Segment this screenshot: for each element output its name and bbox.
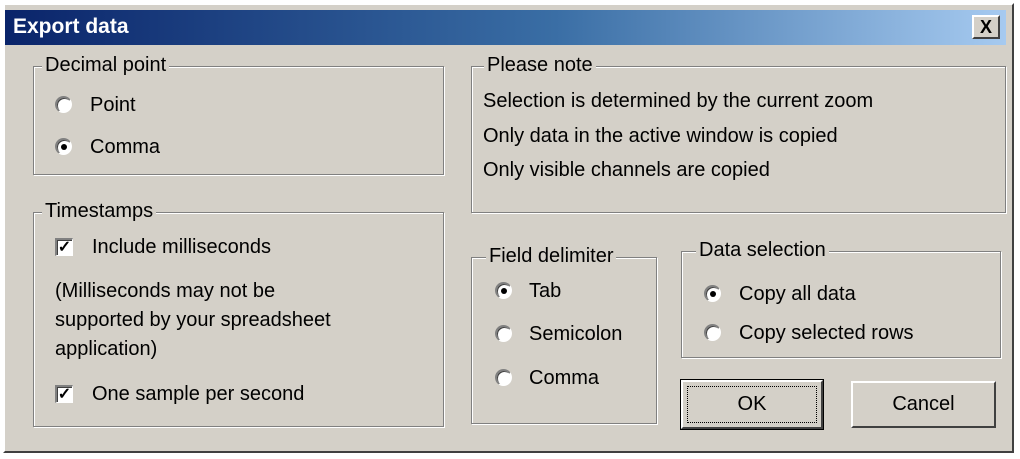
- title-bar[interactable]: Export data X: [5, 10, 1006, 45]
- close-button[interactable]: X: [972, 15, 1000, 39]
- dialog-title: Export data: [13, 15, 129, 38]
- one-sample-per-second-label[interactable]: One sample per second: [92, 382, 304, 406]
- include-milliseconds-label[interactable]: Include milliseconds: [92, 235, 271, 259]
- decimal-point-radio-point[interactable]: [55, 96, 72, 113]
- milliseconds-note-line-1: (Milliseconds may not be: [55, 280, 276, 302]
- focus-rectangle: [687, 386, 817, 423]
- close-icon: X: [979, 17, 992, 37]
- field-delimiter-radio-semicolon[interactable]: [495, 325, 512, 342]
- decimal-point-label-comma[interactable]: Comma: [90, 135, 160, 159]
- field-delimiter-label-tab[interactable]: Tab: [529, 279, 561, 303]
- one-sample-per-second-checkbox[interactable]: ✓: [55, 385, 73, 403]
- checkmark-icon: ✓: [57, 239, 72, 256]
- decimal-point-legend: Decimal point: [42, 53, 170, 77]
- milliseconds-note-line-3: application): [55, 338, 158, 360]
- please-note-legend: Please note: [484, 53, 596, 77]
- data-selection-legend: Data selection: [696, 238, 829, 262]
- timestamps-legend: Timestamps: [42, 199, 157, 223]
- ok-button[interactable]: OK: [680, 379, 824, 430]
- field-delimiter-label-comma[interactable]: Comma: [529, 366, 599, 390]
- data-selection-radio-selected[interactable]: [704, 324, 721, 341]
- decimal-point-label-point[interactable]: Point: [90, 93, 136, 117]
- data-selection-radio-all[interactable]: [704, 285, 721, 302]
- milliseconds-note-line-2: supported by your spreadsheet: [55, 309, 331, 331]
- note-line-3: Only visible channels are copied: [483, 159, 770, 181]
- field-delimiter-label-semicolon[interactable]: Semicolon: [529, 322, 622, 346]
- decimal-point-radio-comma[interactable]: [55, 138, 72, 155]
- field-delimiter-legend: Field delimiter: [486, 244, 617, 268]
- note-line-1: Selection is determined by the current z…: [483, 90, 874, 112]
- cancel-button[interactable]: Cancel: [851, 381, 996, 428]
- field-delimiter-radio-tab[interactable]: [495, 282, 512, 299]
- data-selection-label-all[interactable]: Copy all data: [739, 282, 856, 306]
- checkmark-icon: ✓: [57, 386, 72, 403]
- field-delimiter-radio-comma[interactable]: [495, 369, 512, 386]
- cancel-button-label: Cancel: [892, 393, 955, 415]
- data-selection-label-selected[interactable]: Copy selected rows: [739, 321, 914, 345]
- include-milliseconds-checkbox[interactable]: ✓: [55, 238, 73, 256]
- note-line-2: Only data in the active window is copied: [483, 125, 838, 147]
